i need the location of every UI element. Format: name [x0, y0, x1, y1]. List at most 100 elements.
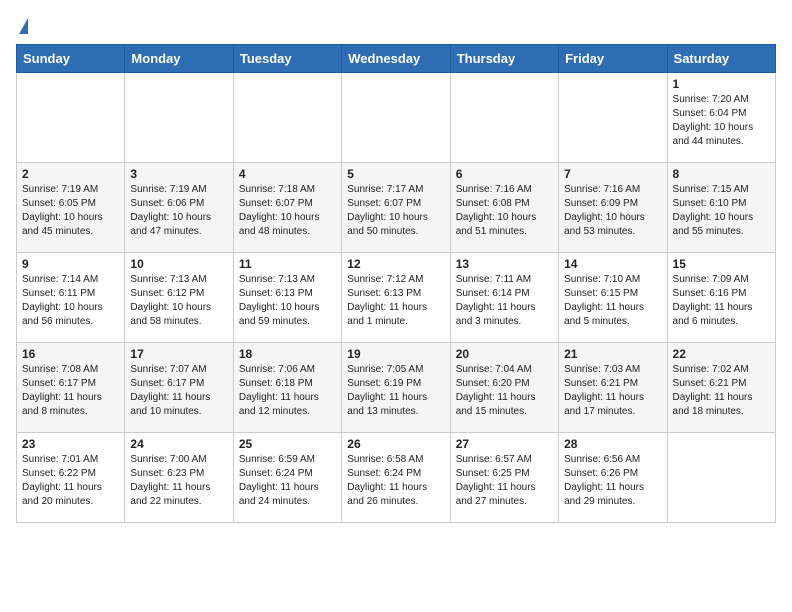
day-info: Sunrise: 7:01 AM Sunset: 6:22 PM Dayligh… [22, 453, 119, 509]
day-number: 5 [347, 167, 444, 181]
day-number: 18 [239, 347, 336, 361]
day-number: 12 [347, 257, 444, 271]
calendar-cell: 28 Sunrise: 6:56 AM Sunset: 6:26 PM Dayli… [559, 432, 667, 522]
calendar-cell: 12 Sunrise: 7:12 AM Sunset: 6:13 PM Dayli… [342, 252, 450, 342]
day-number: 7 [564, 167, 661, 181]
day-info: Sunrise: 6:58 AM Sunset: 6:24 PM Dayligh… [347, 453, 444, 509]
day-info: Sunrise: 7:11 AM Sunset: 6:14 PM Dayligh… [456, 273, 553, 329]
day-info: Sunrise: 7:16 AM Sunset: 6:08 PM Dayligh… [456, 183, 553, 239]
day-number: 4 [239, 167, 336, 181]
calendar-week-4: 16Sunrise: 7:08 AM Sunset: 6:17 PM Dayli… [17, 342, 776, 432]
day-number: 10 [130, 257, 227, 271]
day-info: Sunrise: 7:10 AM Sunset: 6:15 PM Dayligh… [564, 273, 661, 329]
calendar-cell: 8 Sunrise: 7:15 AM Sunset: 6:10 PM Daylig… [667, 162, 775, 252]
calendar-cell: 13 Sunrise: 7:11 AM Sunset: 6:14 PM Dayli… [450, 252, 558, 342]
day-number: 20 [456, 347, 553, 361]
day-number: 9 [22, 257, 119, 271]
day-number: 22 [673, 347, 770, 361]
calendar-cell [125, 72, 233, 162]
day-number: 27 [456, 437, 553, 451]
calendar-header-tuesday: Tuesday [233, 44, 341, 72]
calendar-cell: 18 Sunrise: 7:06 AM Sunset: 6:18 PM Dayli… [233, 342, 341, 432]
day-number: 15 [673, 257, 770, 271]
calendar-cell: 11 Sunrise: 7:13 AM Sunset: 6:13 PM Dayli… [233, 252, 341, 342]
day-info: Sunrise: 7:00 AM Sunset: 6:23 PM Dayligh… [130, 453, 227, 509]
day-info: Sunrise: 7:04 AM Sunset: 6:20 PM Dayligh… [456, 363, 553, 419]
calendar-cell: 7 Sunrise: 7:16 AM Sunset: 6:09 PM Daylig… [559, 162, 667, 252]
calendar-header-sunday: Sunday [17, 44, 125, 72]
calendar-cell [559, 72, 667, 162]
day-number: 3 [130, 167, 227, 181]
day-info: Sunrise: 7:03 AM Sunset: 6:21 PM Dayligh… [564, 363, 661, 419]
calendar-cell: 5 Sunrise: 7:17 AM Sunset: 6:07 PM Daylig… [342, 162, 450, 252]
page-header [16, 16, 776, 36]
calendar-cell: 24 Sunrise: 7:00 AM Sunset: 6:23 PM Dayli… [125, 432, 233, 522]
day-info: Sunrise: 7:19 AM Sunset: 6:06 PM Dayligh… [130, 183, 227, 239]
calendar-week-3: 9 Sunrise: 7:14 AM Sunset: 6:11 PM Daylig… [17, 252, 776, 342]
day-number: 21 [564, 347, 661, 361]
day-info: Sunrise: 7:09 AM Sunset: 6:16 PM Dayligh… [673, 273, 770, 329]
day-number: 28 [564, 437, 661, 451]
day-info: Sunrise: 6:56 AM Sunset: 6:26 PM Dayligh… [564, 453, 661, 509]
day-number: 24 [130, 437, 227, 451]
day-info: Sunrise: 7:13 AM Sunset: 6:13 PM Dayligh… [239, 273, 336, 329]
calendar-cell [450, 72, 558, 162]
day-info: Sunrise: 7:07 AM Sunset: 6:17 PM Dayligh… [130, 363, 227, 419]
day-number: 6 [456, 167, 553, 181]
day-info: Sunrise: 7:18 AM Sunset: 6:07 PM Dayligh… [239, 183, 336, 239]
calendar-week-1: 1 Sunrise: 7:20 AM Sunset: 6:04 PM Daylig… [17, 72, 776, 162]
calendar-cell: 15 Sunrise: 7:09 AM Sunset: 6:16 PM Dayli… [667, 252, 775, 342]
calendar-week-5: 23 Sunrise: 7:01 AM Sunset: 6:22 PM Dayli… [17, 432, 776, 522]
calendar-cell: 22 Sunrise: 7:02 AM Sunset: 6:21 PM Dayli… [667, 342, 775, 432]
calendar-cell: 14 Sunrise: 7:10 AM Sunset: 6:15 PM Dayli… [559, 252, 667, 342]
logo [16, 16, 28, 36]
day-number: 11 [239, 257, 336, 271]
calendar-cell: 3 Sunrise: 7:19 AM Sunset: 6:06 PM Daylig… [125, 162, 233, 252]
day-info: Sunrise: 7:19 AM Sunset: 6:05 PM Dayligh… [22, 183, 119, 239]
calendar-header-row: SundayMondayTuesdayWednesdayThursdayFrid… [17, 44, 776, 72]
calendar-cell: 21 Sunrise: 7:03 AM Sunset: 6:21 PM Dayli… [559, 342, 667, 432]
day-info: Sunrise: 7:20 AM Sunset: 6:04 PM Dayligh… [673, 93, 770, 149]
calendar-cell: 20 Sunrise: 7:04 AM Sunset: 6:20 PM Dayli… [450, 342, 558, 432]
calendar-cell: 10 Sunrise: 7:13 AM Sunset: 6:12 PM Dayli… [125, 252, 233, 342]
calendar-cell: 25Sunrise: 6:59 AM Sunset: 6:24 PM Dayli… [233, 432, 341, 522]
calendar-cell: 19 Sunrise: 7:05 AM Sunset: 6:19 PM Dayli… [342, 342, 450, 432]
calendar-header-saturday: Saturday [667, 44, 775, 72]
calendar-table: SundayMondayTuesdayWednesdayThursdayFrid… [16, 44, 776, 523]
calendar-cell: 1 Sunrise: 7:20 AM Sunset: 6:04 PM Daylig… [667, 72, 775, 162]
day-info: Sunrise: 7:02 AM Sunset: 6:21 PM Dayligh… [673, 363, 770, 419]
day-number: 1 [673, 77, 770, 91]
day-number: 23 [22, 437, 119, 451]
calendar-header-thursday: Thursday [450, 44, 558, 72]
calendar-cell: 6 Sunrise: 7:16 AM Sunset: 6:08 PM Daylig… [450, 162, 558, 252]
day-info: Sunrise: 7:06 AM Sunset: 6:18 PM Dayligh… [239, 363, 336, 419]
day-info: Sunrise: 7:12 AM Sunset: 6:13 PM Dayligh… [347, 273, 444, 329]
day-info: Sunrise: 6:57 AM Sunset: 6:25 PM Dayligh… [456, 453, 553, 509]
calendar-cell [17, 72, 125, 162]
calendar-cell: 16Sunrise: 7:08 AM Sunset: 6:17 PM Dayli… [17, 342, 125, 432]
calendar-cell: 26 Sunrise: 6:58 AM Sunset: 6:24 PM Dayli… [342, 432, 450, 522]
calendar-cell: 23 Sunrise: 7:01 AM Sunset: 6:22 PM Dayli… [17, 432, 125, 522]
calendar-header-friday: Friday [559, 44, 667, 72]
day-info: Sunrise: 7:17 AM Sunset: 6:07 PM Dayligh… [347, 183, 444, 239]
day-number: 19 [347, 347, 444, 361]
calendar-header-wednesday: Wednesday [342, 44, 450, 72]
calendar-cell [667, 432, 775, 522]
day-number: 26 [347, 437, 444, 451]
day-info: Sunrise: 6:59 AM Sunset: 6:24 PM Dayligh… [239, 453, 336, 509]
day-info: Sunrise: 7:15 AM Sunset: 6:10 PM Dayligh… [673, 183, 770, 239]
calendar-cell [233, 72, 341, 162]
day-info: Sunrise: 7:13 AM Sunset: 6:12 PM Dayligh… [130, 273, 227, 329]
day-number: 16 [22, 347, 119, 361]
day-number: 13 [456, 257, 553, 271]
calendar-cell: 2 Sunrise: 7:19 AM Sunset: 6:05 PM Daylig… [17, 162, 125, 252]
day-number: 2 [22, 167, 119, 181]
day-info: Sunrise: 7:14 AM Sunset: 6:11 PM Dayligh… [22, 273, 119, 329]
calendar-cell: 27 Sunrise: 6:57 AM Sunset: 6:25 PM Dayli… [450, 432, 558, 522]
calendar-cell: 4 Sunrise: 7:18 AM Sunset: 6:07 PM Daylig… [233, 162, 341, 252]
day-info: Sunrise: 7:05 AM Sunset: 6:19 PM Dayligh… [347, 363, 444, 419]
calendar-cell [342, 72, 450, 162]
day-number: 8 [673, 167, 770, 181]
day-number: 14 [564, 257, 661, 271]
day-info: Sunrise: 7:16 AM Sunset: 6:09 PM Dayligh… [564, 183, 661, 239]
